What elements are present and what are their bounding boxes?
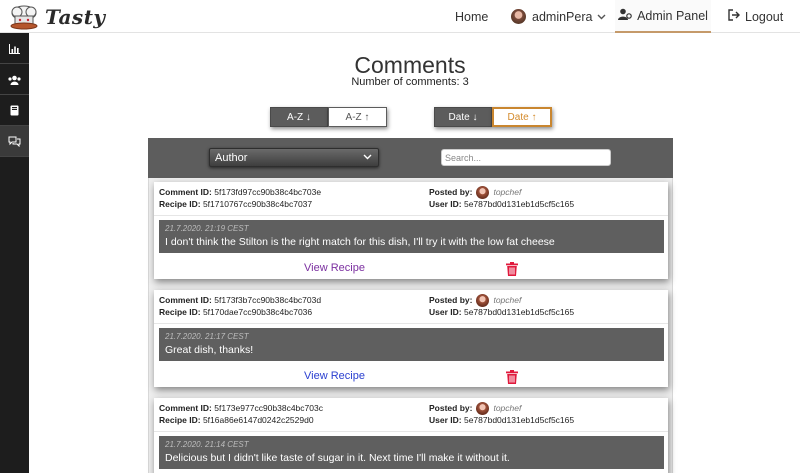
- sidebar-item-comments[interactable]: [0, 126, 29, 157]
- comment-date: 21.7.2020. 21:19 CEST: [165, 224, 249, 233]
- comment-card: Comment ID: 5f173e977cc90b38c4bc703c Rec…: [154, 398, 668, 473]
- user-id-value: 5e787bd0d131eb1d5cf5c165: [463, 414, 575, 425]
- user-id-value: 5e787bd0d131eb1d5cf5c165: [463, 198, 575, 209]
- user-id-label: User ID:: [429, 414, 462, 425]
- view-recipe-link[interactable]: View Recipe: [304, 262, 365, 274]
- recipe-id-label: Recipe ID:: [159, 306, 201, 317]
- comment-id-label: Comment ID:: [159, 186, 212, 197]
- comment-ids: Comment ID: 5f173f3b7cc90b38c4bc703d Rec…: [159, 294, 321, 318]
- user-avatar: [511, 9, 526, 24]
- comment-author-info: Posted by: topchef User ID: 5e787bd0d131e…: [429, 293, 575, 318]
- comment-text: Great dish, thanks!: [165, 344, 254, 356]
- comments-icon: [8, 132, 21, 151]
- chevron-down-icon: [363, 152, 372, 162]
- sort-date-asc-button[interactable]: Date ↑: [492, 107, 552, 127]
- comment-body: 21.7.2020. 21:17 CEST Great dish, thanks…: [159, 328, 664, 361]
- view-recipe-link[interactable]: View Recipe: [304, 370, 365, 382]
- recipe-id-value: 5f16a86e6147d0242c2529d0: [202, 414, 314, 425]
- recipe-id-label: Recipe ID:: [159, 198, 201, 209]
- comment-ids: Comment ID: 5f173fd97cc90b38c4bc703e Rec…: [159, 186, 321, 210]
- sidebar-item-recipes[interactable]: [0, 95, 29, 126]
- book-icon: [10, 101, 19, 120]
- comment-author-info: Posted by: topchef User ID: 5e787bd0d131e…: [429, 185, 575, 210]
- comment-id-value: 5f173e977cc90b38c4bc703c: [214, 402, 323, 413]
- author-avatar: [476, 293, 490, 307]
- admin-panel-label: Admin Panel: [637, 8, 708, 23]
- brand-logo[interactable]: Tasty: [8, 3, 106, 30]
- nav-logout-link[interactable]: Logout: [728, 0, 783, 33]
- author-avatar: [476, 401, 490, 415]
- top-navbar: Tasty Home adminPera Admin Panel Logout: [0, 0, 800, 33]
- posted-by-label: Posted by:: [429, 402, 473, 413]
- recipe-id-value: 5f170dae7cc90b38c4bc7036: [202, 306, 313, 317]
- comment-id-label: Comment ID:: [159, 402, 212, 413]
- posted-by-label: Posted by:: [429, 294, 473, 305]
- comment-id-value: 5f173f3b7cc90b38c4bc703d: [214, 294, 322, 305]
- author-name[interactable]: topchef: [493, 187, 521, 198]
- comment-id-value: 5f173fd97cc90b38c4bc703e: [214, 186, 322, 197]
- logout-label: Logout: [745, 9, 784, 24]
- nav-home-link[interactable]: Home: [455, 0, 488, 33]
- user-gear-icon: [618, 8, 632, 23]
- username-label: adminPera: [532, 9, 593, 24]
- page-title: Comments: [354, 52, 466, 78]
- author-name[interactable]: topchef: [493, 295, 521, 306]
- comment-body: 21.7.2020. 21:14 CEST Delicious but I di…: [159, 436, 664, 469]
- sign-out-icon: [728, 9, 740, 24]
- user-menu-dropdown[interactable]: adminPera: [511, 0, 606, 33]
- author-avatar: [476, 185, 490, 199]
- trash-icon[interactable]: [506, 369, 518, 384]
- chevron-down-icon: [597, 12, 606, 22]
- admin-sidebar: [0, 33, 29, 473]
- comment-card: Comment ID: 5f173fd97cc90b38c4bc703e Rec…: [154, 182, 668, 279]
- recipe-id-label: Recipe ID:: [159, 414, 201, 425]
- author-name[interactable]: topchef: [493, 403, 521, 414]
- user-id-value: 5e787bd0d131eb1d5cf5c165: [463, 306, 575, 317]
- card-divider: [154, 431, 668, 432]
- trash-icon[interactable]: [506, 261, 518, 276]
- card-divider: [154, 323, 668, 324]
- comment-date: 21.7.2020. 21:14 CEST: [165, 440, 249, 449]
- card-divider: [154, 215, 668, 216]
- comment-date: 21.7.2020. 21:17 CEST: [165, 332, 249, 341]
- comment-card: Comment ID: 5f173f3b7cc90b38c4bc703d Rec…: [154, 290, 668, 387]
- user-id-label: User ID:: [429, 306, 462, 317]
- comment-count: Number of comments: 3: [351, 76, 469, 88]
- comment-ids: Comment ID: 5f173e977cc90b38c4bc703c Rec…: [159, 402, 323, 426]
- author-filter-select[interactable]: Author: [209, 148, 379, 167]
- author-select-value: Author: [215, 151, 248, 164]
- comment-body: 21.7.2020. 21:19 CEST I don't think the …: [159, 220, 664, 253]
- brand-name: Tasty: [45, 4, 106, 29]
- filter-bar: Author Search...: [148, 138, 673, 178]
- comment-id-label: Comment ID:: [159, 294, 212, 305]
- sort-az-desc-button[interactable]: A-Z ↓: [270, 107, 328, 127]
- user-id-label: User ID:: [429, 198, 462, 209]
- comments-list: Comment ID: 5f173fd97cc90b38c4bc703e Rec…: [148, 178, 673, 473]
- sort-az-asc-button[interactable]: A-Z ↑: [328, 107, 387, 127]
- nav-admin-panel-link[interactable]: Admin Panel: [615, 0, 711, 33]
- chef-hat-logo-icon: [8, 4, 40, 30]
- sort-date-desc-button[interactable]: Date ↓: [434, 107, 492, 127]
- search-input[interactable]: Search...: [441, 149, 611, 166]
- recipe-id-value: 5f1710767cc90b38c4bc7037: [202, 198, 313, 209]
- comment-text: Delicious but I didn't like taste of sug…: [165, 452, 510, 464]
- comment-text: I don't think the Stilton is the right m…: [165, 236, 555, 248]
- posted-by-label: Posted by:: [429, 186, 473, 197]
- comment-author-info: Posted by: topchef User ID: 5e787bd0d131e…: [429, 401, 575, 426]
